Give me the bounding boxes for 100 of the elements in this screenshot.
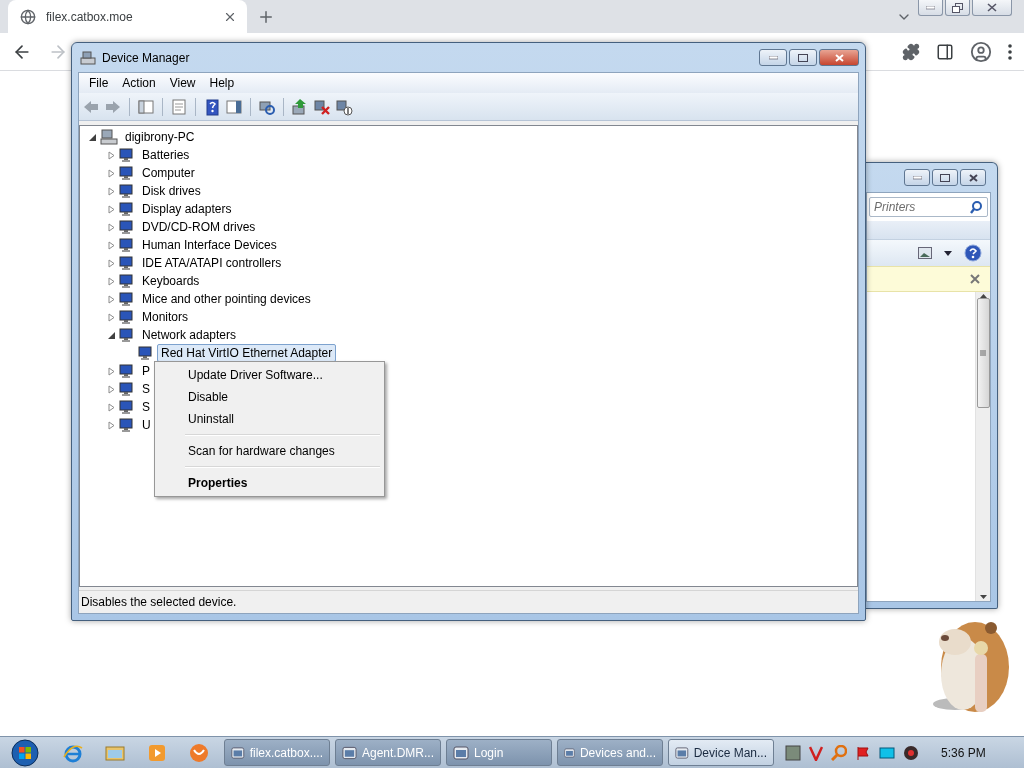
minimize-button[interactable] — [904, 169, 930, 186]
tree-item[interactable]: U — [138, 416, 155, 434]
maximize-button[interactable] — [932, 169, 958, 186]
tree-item[interactable]: P — [138, 362, 154, 380]
puzzle-icon — [902, 42, 920, 61]
tree-item[interactable]: Disk drives — [138, 182, 205, 200]
tree-item[interactable]: Monitors — [138, 308, 192, 326]
expander-icon[interactable] — [107, 330, 116, 340]
tree-item[interactable]: S — [138, 398, 154, 416]
menu-item[interactable]: Properties — [157, 472, 382, 494]
tree-item[interactable]: Network adapters — [138, 326, 241, 344]
menu-item[interactable]: View — [162, 76, 203, 90]
close-button[interactable] — [819, 49, 859, 66]
scrollbar[interactable] — [975, 292, 990, 601]
close-icon[interactable] — [970, 274, 980, 284]
app-icon — [675, 744, 689, 761]
maximize-button[interactable] — [789, 49, 817, 66]
minimize-icon — [926, 5, 935, 10]
tree-item[interactable]: Mice and other pointing devices — [138, 290, 315, 308]
side-panel-button[interactable] — [936, 42, 954, 61]
menu-button[interactable] — [1008, 43, 1012, 60]
tree-item[interactable]: Human Interface Devices — [138, 236, 281, 254]
menu-item[interactable]: Scan for hardware changes — [157, 440, 382, 462]
menu-icon — [1008, 43, 1012, 60]
close-icon — [834, 53, 844, 62]
extensions-button[interactable] — [902, 42, 920, 61]
minimize-icon — [768, 55, 778, 60]
close-button[interactable] — [960, 169, 986, 186]
search-field[interactable]: Printers — [869, 197, 988, 217]
tree-item[interactable]: Keyboards — [138, 272, 204, 290]
minimize-icon — [912, 175, 922, 180]
menu-item[interactable]: Action — [115, 76, 163, 90]
globe-icon — [20, 8, 36, 25]
close-icon — [968, 173, 978, 182]
properties-icon[interactable] — [170, 97, 188, 116]
grip-icon — [980, 350, 986, 356]
clock-text: 5:36 PM — [941, 745, 986, 760]
restore-icon — [952, 2, 963, 13]
device-icon — [119, 147, 135, 163]
scroll-down-icon[interactable] — [979, 595, 987, 599]
tray-icon[interactable] — [903, 744, 919, 761]
expander-icon[interactable] — [88, 132, 97, 142]
menu-item[interactable]: Help — [202, 76, 242, 90]
menu-item[interactable]: Disable — [157, 386, 382, 408]
device-icon — [119, 183, 135, 199]
action-pane-icon[interactable] — [225, 97, 243, 116]
device-icon — [138, 345, 154, 361]
device-icon — [119, 255, 135, 271]
tree-item[interactable]: IDE ATA/ATAPI controllers — [138, 254, 286, 272]
close-button[interactable] — [972, 0, 1012, 16]
profile-icon — [970, 40, 992, 63]
search-icon — [970, 200, 982, 214]
tree-item[interactable]: Computer — [138, 164, 199, 182]
dropdown-icon[interactable] — [944, 250, 952, 256]
browser-tab[interactable]: filex.catbox.moe — [8, 0, 247, 33]
computer-icon — [100, 129, 118, 145]
restore-button[interactable] — [945, 0, 970, 16]
window-title: Device Manager — [102, 50, 191, 65]
menu-item[interactable]: Update Driver Software... — [157, 364, 382, 386]
tree-item[interactable]: Batteries — [138, 146, 194, 164]
device-icon — [119, 381, 135, 397]
console-tree-icon[interactable] — [137, 97, 155, 116]
tree-item[interactable]: S — [138, 380, 154, 398]
disable-icon[interactable] — [335, 97, 353, 116]
help-icon[interactable] — [203, 97, 221, 116]
app-icon — [453, 744, 469, 761]
device-icon — [119, 417, 135, 433]
maximize-icon — [940, 173, 950, 182]
maximize-icon — [798, 53, 808, 62]
device-icon — [119, 201, 135, 217]
app-icon — [342, 744, 357, 761]
view-icon[interactable] — [918, 247, 932, 259]
device-icon — [119, 309, 135, 325]
taskbar-button[interactable]: Device Man... — [668, 739, 774, 766]
help-icon[interactable] — [964, 244, 982, 262]
status-text: Disables the selected device. — [81, 595, 237, 609]
device-icon — [119, 327, 135, 343]
tray-icon[interactable] — [855, 744, 871, 761]
tree-item[interactable]: DVD/CD-ROM drives — [138, 218, 260, 236]
tree-item[interactable]: Red Hat VirtIO Ethernet Adapter — [157, 344, 337, 362]
menu-item[interactable]: Uninstall — [157, 408, 382, 430]
close-icon — [987, 3, 997, 12]
tray-icon[interactable] — [785, 744, 801, 761]
device-icon — [119, 399, 135, 415]
tree-item[interactable]: Display adapters — [138, 200, 236, 218]
menu-item[interactable]: File — [82, 76, 116, 90]
device-icon — [119, 237, 135, 253]
minimize-button[interactable] — [759, 49, 787, 66]
device-icon — [119, 363, 135, 379]
profile-button[interactable] — [970, 40, 992, 63]
device-icon — [119, 291, 135, 307]
app-icon[interactable] — [188, 741, 210, 764]
side-panel-icon — [936, 42, 954, 61]
device-icon — [119, 273, 135, 289]
uninstall-icon[interactable] — [313, 97, 331, 116]
device-icon — [119, 165, 135, 181]
device-manager-icon — [80, 49, 96, 66]
device-icon — [119, 219, 135, 235]
tree-item[interactable]: digibrony-PC — [121, 128, 199, 146]
app-icon — [231, 744, 245, 761]
